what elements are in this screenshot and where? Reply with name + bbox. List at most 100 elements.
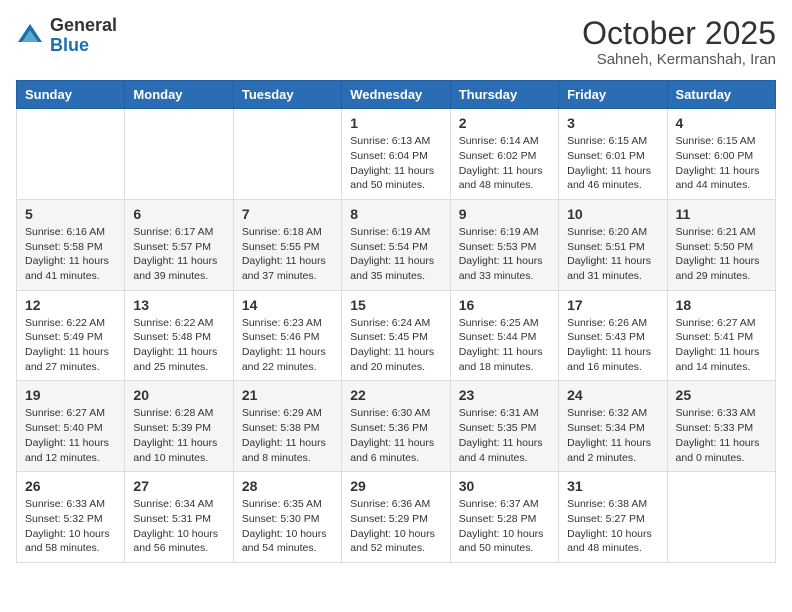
calendar-week-row: 19 Sunrise: 6:27 AM Sunset: 5:40 PM Dayli… [17,381,776,472]
day-info: Sunrise: 6:19 AM Sunset: 5:53 PM Dayligh… [459,225,550,284]
day-info: Sunrise: 6:27 AM Sunset: 5:41 PM Dayligh… [676,316,767,375]
table-row: 23 Sunrise: 6:31 AM Sunset: 5:35 PM Dayli… [450,381,558,472]
day-info: Sunrise: 6:34 AM Sunset: 5:31 PM Dayligh… [133,497,224,556]
table-row: 13 Sunrise: 6:22 AM Sunset: 5:48 PM Dayli… [125,290,233,381]
day-number: 1 [350,115,441,131]
table-row: 30 Sunrise: 6:37 AM Sunset: 5:28 PM Dayli… [450,472,558,563]
day-number: 21 [242,387,333,403]
day-number: 22 [350,387,441,403]
day-number: 19 [25,387,116,403]
logo: General Blue [16,16,117,56]
header-thursday: Thursday [450,81,558,109]
table-row: 22 Sunrise: 6:30 AM Sunset: 5:36 PM Dayli… [342,381,450,472]
calendar-table: Sunday Monday Tuesday Wednesday Thursday… [16,80,776,563]
day-number: 17 [567,297,658,313]
day-number: 4 [676,115,767,131]
header-friday: Friday [559,81,667,109]
table-row: 20 Sunrise: 6:28 AM Sunset: 5:39 PM Dayli… [125,381,233,472]
day-number: 28 [242,478,333,494]
day-info: Sunrise: 6:21 AM Sunset: 5:50 PM Dayligh… [676,225,767,284]
table-row: 10Sunrise: 6:20 AM Sunset: 5:51 PM Dayli… [559,199,667,290]
day-info: Sunrise: 6:27 AM Sunset: 5:40 PM Dayligh… [25,406,116,465]
day-info: Sunrise: 6:29 AM Sunset: 5:38 PM Dayligh… [242,406,333,465]
table-row: 9Sunrise: 6:19 AM Sunset: 5:53 PM Daylig… [450,199,558,290]
calendar-week-row: 1 Sunrise: 6:13 AM Sunset: 6:04 PM Daylig… [17,109,776,200]
table-row: 6 Sunrise: 6:17 AM Sunset: 5:57 PM Daylig… [125,199,233,290]
table-row [233,109,341,200]
table-row: 21 Sunrise: 6:29 AM Sunset: 5:38 PM Dayli… [233,381,341,472]
title-area: October 2025 Sahneh, Kermanshah, Iran [582,16,776,68]
table-row: 4 Sunrise: 6:15 AM Sunset: 6:00 PM Daylig… [667,109,775,200]
day-number: 12 [25,297,116,313]
table-row: 16 Sunrise: 6:25 AM Sunset: 5:44 PM Dayli… [450,290,558,381]
day-info: Sunrise: 6:24 AM Sunset: 5:45 PM Dayligh… [350,316,441,375]
day-info: Sunrise: 6:31 AM Sunset: 5:35 PM Dayligh… [459,406,550,465]
day-number: 18 [676,297,767,313]
day-number: 13 [133,297,224,313]
day-number: 11 [676,206,767,222]
table-row: 8Sunrise: 6:19 AM Sunset: 5:54 PM Daylig… [342,199,450,290]
day-info: Sunrise: 6:30 AM Sunset: 5:36 PM Dayligh… [350,406,441,465]
day-info: Sunrise: 6:20 AM Sunset: 5:51 PM Dayligh… [567,225,658,284]
day-info: Sunrise: 6:32 AM Sunset: 5:34 PM Dayligh… [567,406,658,465]
day-number: 14 [242,297,333,313]
day-info: Sunrise: 6:33 AM Sunset: 5:33 PM Dayligh… [676,406,767,465]
table-row: 17 Sunrise: 6:26 AM Sunset: 5:43 PM Dayli… [559,290,667,381]
header-wednesday: Wednesday [342,81,450,109]
table-row: 14 Sunrise: 6:23 AM Sunset: 5:46 PM Dayli… [233,290,341,381]
table-row: 29 Sunrise: 6:36 AM Sunset: 5:29 PM Dayli… [342,472,450,563]
day-info: Sunrise: 6:36 AM Sunset: 5:29 PM Dayligh… [350,497,441,556]
day-info: Sunrise: 6:22 AM Sunset: 5:49 PM Dayligh… [25,316,116,375]
calendar-week-row: 5 Sunrise: 6:16 AM Sunset: 5:58 PM Daylig… [17,199,776,290]
page-header: General Blue October 2025 Sahneh, Kerman… [16,16,776,68]
day-number: 5 [25,206,116,222]
day-info: Sunrise: 6:16 AM Sunset: 5:58 PM Dayligh… [25,225,116,284]
day-number: 29 [350,478,441,494]
day-info: Sunrise: 6:23 AM Sunset: 5:46 PM Dayligh… [242,316,333,375]
day-info: Sunrise: 6:25 AM Sunset: 5:44 PM Dayligh… [459,316,550,375]
table-row: 25Sunrise: 6:33 AM Sunset: 5:33 PM Dayli… [667,381,775,472]
table-row [667,472,775,563]
table-row: 26 Sunrise: 6:33 AM Sunset: 5:32 PM Dayli… [17,472,125,563]
day-info: Sunrise: 6:33 AM Sunset: 5:32 PM Dayligh… [25,497,116,556]
day-info: Sunrise: 6:13 AM Sunset: 6:04 PM Dayligh… [350,134,441,193]
header-tuesday: Tuesday [233,81,341,109]
day-number: 26 [25,478,116,494]
table-row: 24 Sunrise: 6:32 AM Sunset: 5:34 PM Dayli… [559,381,667,472]
calendar-week-row: 12 Sunrise: 6:22 AM Sunset: 5:49 PM Dayli… [17,290,776,381]
day-info: Sunrise: 6:28 AM Sunset: 5:39 PM Dayligh… [133,406,224,465]
day-info: Sunrise: 6:14 AM Sunset: 6:02 PM Dayligh… [459,134,550,193]
day-number: 20 [133,387,224,403]
day-info: Sunrise: 6:37 AM Sunset: 5:28 PM Dayligh… [459,497,550,556]
table-row: 28Sunrise: 6:35 AM Sunset: 5:30 PM Dayli… [233,472,341,563]
table-row: 27Sunrise: 6:34 AM Sunset: 5:31 PM Dayli… [125,472,233,563]
day-info: Sunrise: 6:22 AM Sunset: 5:48 PM Dayligh… [133,316,224,375]
day-number: 7 [242,206,333,222]
table-row: 19 Sunrise: 6:27 AM Sunset: 5:40 PM Dayli… [17,381,125,472]
day-info: Sunrise: 6:19 AM Sunset: 5:54 PM Dayligh… [350,225,441,284]
table-row: 2 Sunrise: 6:14 AM Sunset: 6:02 PM Daylig… [450,109,558,200]
day-number: 24 [567,387,658,403]
day-info: Sunrise: 6:15 AM Sunset: 6:00 PM Dayligh… [676,134,767,193]
day-info: Sunrise: 6:38 AM Sunset: 5:27 PM Dayligh… [567,497,658,556]
table-row: 3 Sunrise: 6:15 AM Sunset: 6:01 PM Daylig… [559,109,667,200]
day-number: 23 [459,387,550,403]
day-number: 31 [567,478,658,494]
day-info: Sunrise: 6:18 AM Sunset: 5:55 PM Dayligh… [242,225,333,284]
header-monday: Monday [125,81,233,109]
location-subtitle: Sahneh, Kermanshah, Iran [582,51,776,68]
table-row: 12 Sunrise: 6:22 AM Sunset: 5:49 PM Dayli… [17,290,125,381]
logo-icon [16,22,44,50]
day-info: Sunrise: 6:17 AM Sunset: 5:57 PM Dayligh… [133,225,224,284]
day-info: Sunrise: 6:26 AM Sunset: 5:43 PM Dayligh… [567,316,658,375]
day-number: 16 [459,297,550,313]
day-number: 2 [459,115,550,131]
weekday-header-row: Sunday Monday Tuesday Wednesday Thursday… [17,81,776,109]
table-row: 1 Sunrise: 6:13 AM Sunset: 6:04 PM Daylig… [342,109,450,200]
header-saturday: Saturday [667,81,775,109]
day-number: 30 [459,478,550,494]
table-row [17,109,125,200]
day-number: 6 [133,206,224,222]
day-number: 3 [567,115,658,131]
day-info: Sunrise: 6:15 AM Sunset: 6:01 PM Dayligh… [567,134,658,193]
